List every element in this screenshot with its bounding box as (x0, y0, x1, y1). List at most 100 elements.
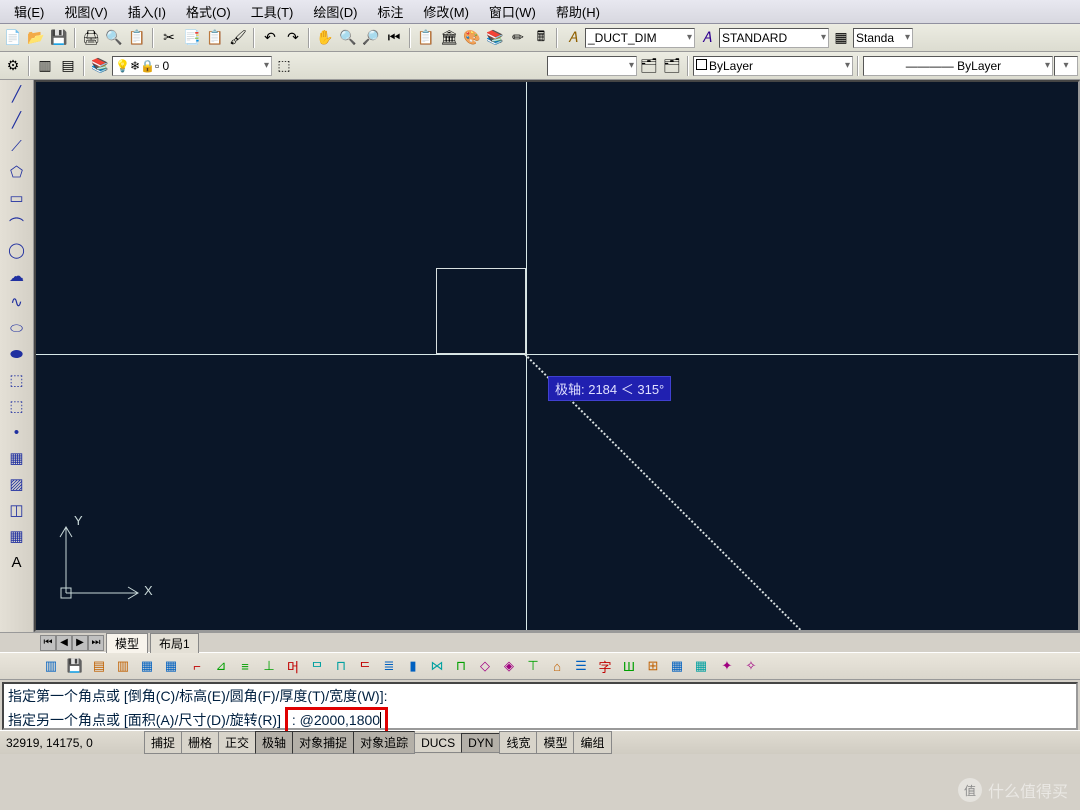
save-icon[interactable]: 💾 (48, 27, 70, 49)
tab-model[interactable]: 模型 (106, 633, 148, 653)
hvac-icon-8[interactable]: ⊿ (210, 656, 232, 676)
arc-icon[interactable]: ⌒ (5, 212, 29, 236)
layerfilter-icon[interactable]: 🗂 (638, 55, 660, 77)
drawing-canvas[interactable]: 极轴: 2184 ＜ 315° Y X (34, 80, 1080, 632)
linetype-dropdown[interactable]: ———— ByLayer▾ (863, 56, 1053, 76)
rectangle-icon[interactable]: ▭ (5, 186, 29, 210)
status-model[interactable]: 模型 (536, 731, 574, 754)
tab-last-icon[interactable]: ⏭ (88, 635, 104, 651)
menu-view[interactable]: 视图(V) (54, 0, 117, 23)
paste-icon[interactable]: 📋 (204, 27, 226, 49)
layerstate-icon[interactable]: 📚 (89, 55, 111, 77)
status-lwt[interactable]: 线宽 (499, 731, 537, 754)
revcloud-icon[interactable]: ☁ (5, 264, 29, 288)
publish-icon[interactable]: 📋 (126, 27, 148, 49)
menu-tools[interactable]: 工具(T) (241, 0, 304, 23)
new-icon[interactable]: 📄 (2, 27, 24, 49)
hvac-icon-12[interactable]: ᄆ (306, 656, 328, 676)
tab-layout1[interactable]: 布局1 (150, 633, 199, 653)
zoom-window-icon[interactable]: 🔎 (360, 27, 382, 49)
tablestyle-dropdown[interactable]: Standa▾ (853, 28, 913, 48)
aux-dropdown-1[interactable]: ▾ (547, 56, 637, 76)
layer-dropdown[interactable]: 💡❄🔒▫ 0▾ (112, 56, 272, 76)
zoom-prev-icon[interactable]: ⏮ (383, 27, 405, 49)
zoom-realtime-icon[interactable]: 🔍 (337, 27, 359, 49)
hvac-icon-6[interactable]: ▦ (160, 656, 182, 676)
hvac-icon-9[interactable]: ≡ (234, 656, 256, 676)
dimstyle-dropdown[interactable]: _DUCT_DIM▾ (585, 28, 695, 48)
menu-format[interactable]: 格式(O) (176, 0, 241, 23)
circle-icon[interactable]: ◯ (5, 238, 29, 262)
hvac-icon-2[interactable]: 💾 (64, 656, 86, 676)
open-icon[interactable]: 📂 (25, 27, 47, 49)
hvac-icon-22[interactable]: ⌂ (546, 656, 568, 676)
tablestyle-icon[interactable]: ▦ (830, 27, 852, 49)
properties-icon[interactable]: 📋 (415, 27, 437, 49)
hvac-icon-24[interactable]: 字 (594, 656, 616, 676)
hvac-icon-25[interactable]: Ш (618, 656, 640, 676)
table-icon[interactable]: ▦ (5, 524, 29, 548)
tab-first-icon[interactable]: ⏮ (40, 635, 56, 651)
menu-modify[interactable]: 修改(M) (413, 0, 479, 23)
menu-window[interactable]: 窗口(W) (479, 0, 546, 23)
status-ortho[interactable]: 正交 (218, 731, 256, 754)
undo-icon[interactable]: ↶ (259, 27, 281, 49)
copy-icon[interactable]: 📑 (181, 27, 203, 49)
menu-insert[interactable]: 插入(I) (118, 0, 176, 23)
tab-next-icon[interactable]: ▶ (72, 635, 88, 651)
status-polar[interactable]: 极轴 (255, 731, 293, 754)
hvac-icon-10[interactable]: ⊥ (258, 656, 280, 676)
command-window[interactable]: 指定第一个角点或 [倒角(C)/标高(E)/圆角(F)/厚度(T)/宽度(W)]… (2, 682, 1078, 730)
status-group[interactable]: 编组 (573, 731, 611, 754)
hvac-icon-5[interactable]: ▦ (136, 656, 158, 676)
hvac-icon-15[interactable]: ≣ (378, 656, 400, 676)
mtext-icon[interactable]: A (5, 550, 29, 574)
status-dyn[interactable]: DYN (461, 733, 500, 753)
line-icon[interactable]: ╱ (5, 82, 29, 106)
hvac-icon-19[interactable]: ◇ (474, 656, 496, 676)
layermatch-icon[interactable]: ⬚ (273, 55, 295, 77)
point-icon[interactable]: • (5, 420, 29, 444)
markup-icon[interactable]: ✏ (507, 27, 529, 49)
hvac-icon-26[interactable]: ⊞ (642, 656, 664, 676)
ellipsearc-icon[interactable]: ⬬ (5, 342, 29, 366)
pan-icon[interactable]: ✋ (314, 27, 336, 49)
hvac-icon-30[interactable]: ✧ (740, 656, 762, 676)
hvac-icon-27[interactable]: ▦ (666, 656, 688, 676)
hvac-icon-14[interactable]: ᄃ (354, 656, 376, 676)
gradient-icon[interactable]: ▨ (5, 472, 29, 496)
xline-icon[interactable]: ╱ (5, 108, 29, 132)
command-input[interactable]: @2000,1800 (300, 712, 380, 728)
hvac-icon-18[interactable]: ⊓ (450, 656, 472, 676)
cut-icon[interactable]: ✂ (158, 27, 180, 49)
print-icon[interactable]: 🖨 (80, 27, 102, 49)
layeriso-icon[interactable]: 🗂 (661, 55, 683, 77)
tab-prev-icon[interactable]: ◀ (56, 635, 72, 651)
hvac-icon-11[interactable]: 머 (282, 656, 304, 676)
quickcalc-icon[interactable]: 🖩 (530, 27, 552, 49)
sheetset-icon[interactable]: 📚 (484, 27, 506, 49)
hvac-icon-1[interactable]: ▥ (40, 656, 62, 676)
status-snap[interactable]: 捕捉 (144, 731, 182, 754)
layerprev-icon[interactable]: ▤ (57, 55, 79, 77)
menu-dimension[interactable]: 标注 (367, 0, 413, 23)
hvac-icon-20[interactable]: ◈ (498, 656, 520, 676)
preview-icon[interactable]: 🔍 (103, 27, 125, 49)
polyline-icon[interactable]: ⟋ (5, 134, 29, 158)
cui-icon[interactable]: ⚙ (2, 55, 24, 77)
dimstyle-icon[interactable]: 𝐴 (562, 27, 584, 49)
hvac-icon-3[interactable]: ▤ (88, 656, 110, 676)
status-coords[interactable]: 32919, 14175, 0 (4, 736, 144, 750)
hvac-icon-7[interactable]: ⌐ (186, 656, 208, 676)
status-otrack[interactable]: 对象追踪 (353, 731, 415, 754)
ellipse-icon[interactable]: ⬭ (5, 316, 29, 340)
textstyle-dropdown[interactable]: STANDARD▾ (719, 28, 829, 48)
status-osnap[interactable]: 对象捕捉 (292, 731, 354, 754)
matchprop-icon[interactable]: 🖌 (227, 27, 249, 49)
hvac-icon-28[interactable]: ▦ (690, 656, 712, 676)
toolpalette-icon[interactable]: 🎨 (461, 27, 483, 49)
hvac-icon-13[interactable]: ⊓ (330, 656, 352, 676)
designcenter-icon[interactable]: 🏛 (438, 27, 460, 49)
hvac-icon-23[interactable]: ☰ (570, 656, 592, 676)
menu-edit[interactable]: 辑(E) (4, 0, 54, 23)
